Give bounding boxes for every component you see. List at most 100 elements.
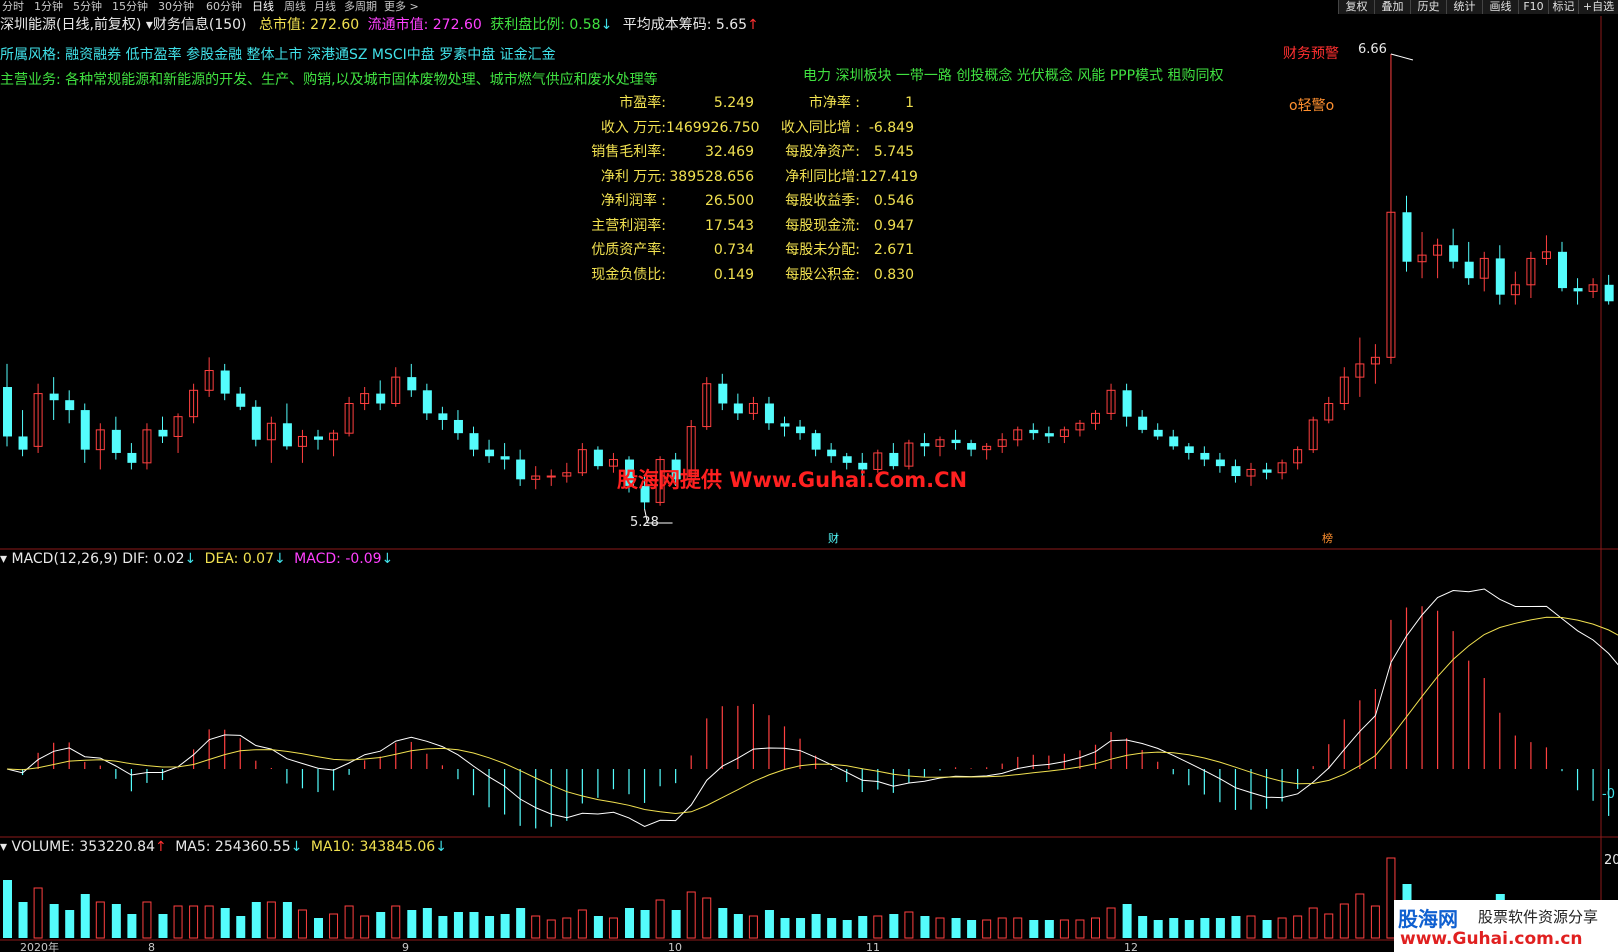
volume-bar — [189, 905, 199, 939]
logo-slogan: 股票软件资源分享 — [1478, 908, 1599, 926]
finance-report-marker: 财 — [828, 531, 839, 545]
volume-bar — [49, 904, 59, 938]
volume-bar — [142, 901, 152, 939]
volume-bar — [951, 918, 961, 938]
macd-title[interactable]: MACD(12,26,9) — [11, 551, 117, 567]
high-price-label: 6.66 — [1358, 42, 1387, 57]
low-price-label: 5.28 — [630, 515, 659, 530]
volume-bar — [982, 919, 992, 939]
candle-body — [438, 413, 448, 420]
candle-body — [1464, 261, 1474, 279]
volume-bar — [748, 915, 758, 939]
volume-bar — [873, 915, 883, 939]
high-marker-line — [1390, 53, 1414, 61]
logo-main: 股海网 — [1398, 907, 1458, 931]
candle-body — [842, 456, 852, 463]
dif-line — [6, 588, 1618, 828]
light-warning-label[interactable]: o轻警o — [1289, 97, 1334, 115]
volume-bar — [1059, 919, 1069, 939]
volume-bar — [453, 912, 463, 938]
volume-bar — [796, 918, 806, 938]
fin-v1-3: 389528.656 — [669, 168, 754, 185]
candle-body — [811, 433, 821, 450]
candle-body — [500, 456, 510, 460]
volume-bar — [80, 894, 90, 938]
volume-bar — [671, 910, 681, 938]
x-axis-tick: 8 — [148, 941, 155, 952]
volume-collapse-icon[interactable]: ▾ — [0, 839, 7, 855]
volume-bar — [344, 905, 354, 939]
volume-bar — [1091, 917, 1100, 939]
volume-bar — [1231, 916, 1241, 938]
volume-bar — [608, 917, 618, 939]
volume-bar — [1215, 918, 1225, 938]
volume-bar — [562, 917, 572, 939]
volume-bar — [438, 916, 448, 938]
candle-body — [485, 449, 495, 457]
volume-bar — [967, 920, 977, 938]
candle-body — [1200, 452, 1210, 460]
candle-body — [282, 423, 292, 447]
volume-bar — [204, 905, 214, 939]
volume-value: 353220.84 — [79, 839, 155, 855]
candle-body — [1449, 245, 1459, 262]
ma10-arrow-icon: ↓ — [435, 839, 447, 855]
volume-bar — [764, 910, 774, 938]
fin-v1-2: 32.469 — [705, 144, 754, 160]
fin-v2-5: 0.947 — [873, 217, 914, 234]
volume-bar — [1138, 916, 1148, 938]
ma10-label: MA10: — [310, 839, 356, 855]
candle-body — [65, 400, 75, 411]
volume-bar — [1013, 917, 1023, 939]
fin-l2-6: 每股未分配: — [785, 242, 860, 258]
volume-bar — [1355, 893, 1365, 939]
macd-collapse-icon[interactable]: ▾ — [0, 551, 7, 567]
volume-title[interactable]: VOLUME: — [11, 839, 74, 855]
candle-body — [3, 387, 12, 437]
volume-bar — [329, 913, 339, 939]
dea-value: 0.07 — [242, 551, 274, 567]
volume-bar — [858, 916, 868, 938]
ma5-arrow-icon: ↓ — [290, 839, 303, 855]
volume-bar — [391, 905, 401, 939]
volume-bar — [33, 887, 43, 939]
ma5-value: 254360.55 — [214, 839, 291, 855]
candle-body — [718, 383, 728, 404]
volume-bar — [65, 910, 75, 938]
volume-bar — [158, 914, 168, 938]
finance-warning-label[interactable]: 财务预警 — [1283, 45, 1339, 63]
volume-bar — [733, 914, 743, 938]
candle-body — [236, 393, 246, 407]
fin-l2-7: 每股公积金: — [785, 266, 860, 283]
x-axis-tick: 11 — [866, 941, 880, 952]
candle-body — [967, 443, 977, 450]
volume-bar — [422, 908, 432, 938]
volume-bar — [1308, 907, 1318, 939]
candle-body — [1573, 288, 1583, 292]
volume-bar — [18, 902, 28, 938]
candle-body — [1138, 416, 1148, 430]
volume-axis-label: 20 — [1604, 853, 1618, 868]
volume-bar — [1370, 905, 1380, 939]
macd-value: -0.09 — [345, 551, 382, 567]
candle-body — [314, 436, 323, 440]
volume-bar — [920, 916, 930, 938]
volume-bar — [469, 912, 479, 938]
x-axis-tick: 9 — [402, 941, 409, 952]
candle-body — [546, 475, 556, 478]
volume-bar — [1339, 903, 1349, 939]
candle-body — [1604, 284, 1614, 302]
candle-body — [920, 443, 930, 447]
volume-bar — [95, 901, 105, 939]
fin-v2-2: 5.745 — [873, 144, 914, 160]
volume-bar — [686, 891, 696, 939]
volume-bar — [485, 916, 495, 938]
candle-body — [1044, 433, 1054, 437]
fin-l1-1: 收入 万元: — [600, 119, 666, 136]
candle-body — [796, 426, 806, 434]
macd-header: ▾ MACD(12,26,9) DIF: 0.02↓ DEA: 0.07↓ MA… — [0, 550, 393, 568]
volume-bar — [1106, 907, 1116, 939]
volume-arrow-icon: ↑ — [155, 839, 167, 855]
ma10-value: 343845.06 — [359, 839, 436, 855]
volume-bar — [827, 918, 837, 938]
